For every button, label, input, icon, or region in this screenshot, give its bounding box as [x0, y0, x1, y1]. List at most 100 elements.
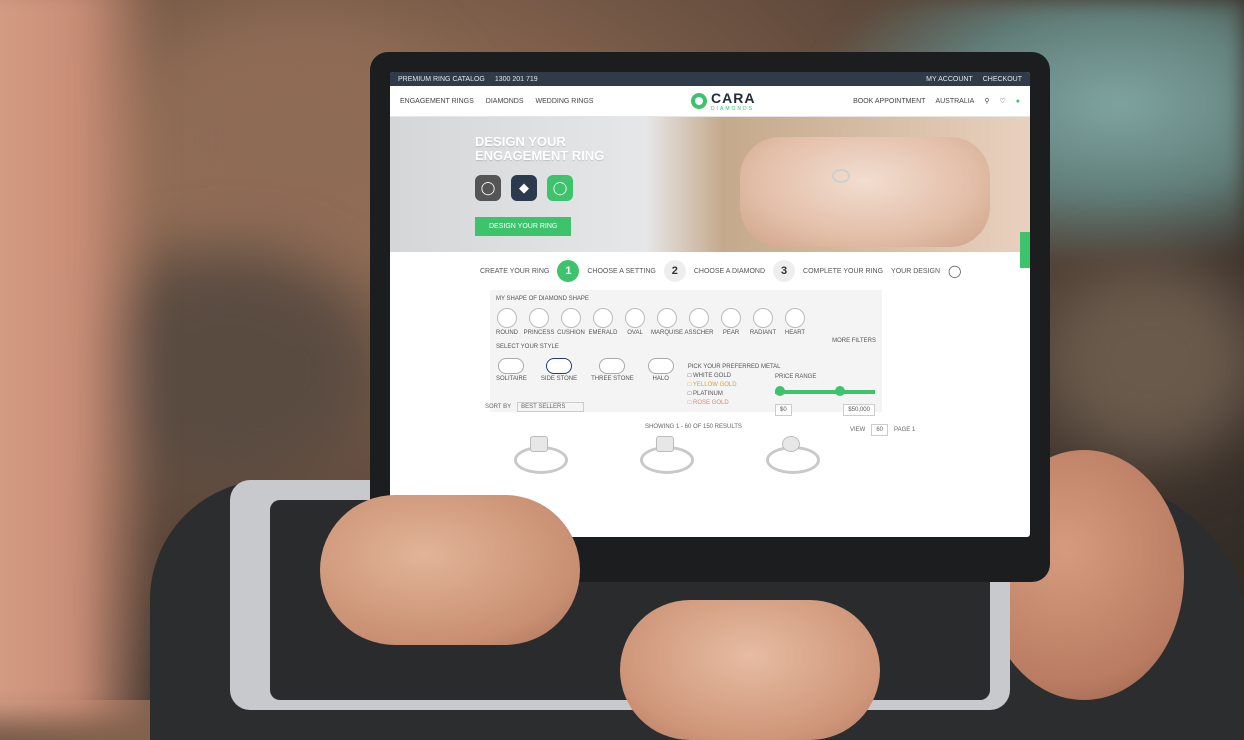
shape-filter-title: MY SHAPE OF DIAMOND SHAPE	[496, 296, 589, 302]
sort-select[interactable]: BEST SELLERS	[517, 402, 585, 412]
price-slider[interactable]	[775, 386, 875, 396]
shape-option-cushion[interactable]: CUSHION	[557, 308, 585, 336]
shape-option-princess[interactable]: PRINCESS	[524, 308, 554, 336]
product-ring-halo[interactable]	[762, 432, 820, 474]
shape-option-round[interactable]: ROUND	[496, 308, 518, 336]
radiant-shape-icon	[753, 308, 773, 328]
shape-label: RADIANT	[749, 330, 777, 336]
website-screen: PREMIUM RING CATALOG 1300 201 719 MY ACC…	[390, 72, 1030, 537]
metal-option-platinum[interactable]: □ PLATINUM	[688, 391, 781, 397]
ring-icon: ◯	[948, 264, 962, 278]
princess-shape-icon	[529, 308, 549, 328]
style-label: HALO	[652, 376, 669, 382]
shape-label: MARQUISE	[651, 330, 684, 336]
style-filter-title: SELECT YOUR STYLE	[496, 344, 559, 350]
wishlist-icon[interactable]: ♡	[999, 97, 1005, 105]
metal-label: PLATINUM	[693, 391, 723, 397]
nav-engagement-rings[interactable]: ENGAGEMENT RINGS	[400, 98, 474, 105]
logo-subtext: DIAMONDS	[711, 106, 754, 112]
style-option-halo[interactable]: HALO	[647, 358, 674, 406]
emerald-shape-icon	[593, 308, 613, 328]
ring-stone	[530, 436, 548, 452]
shape-option-marquise[interactable]: MARQUISE	[651, 308, 683, 336]
style-option-three-stone[interactable]: THREE STONE	[591, 358, 634, 406]
search-icon[interactable]: ⚲	[984, 97, 989, 105]
hero-icon-row: ◯ ◆ ◯	[475, 175, 573, 201]
nav-region[interactable]: AUSTRALIA	[935, 98, 974, 105]
my-account-link[interactable]: MY ACCOUNT	[926, 76, 973, 83]
shape-option-emerald[interactable]: EMERALD	[589, 308, 618, 336]
metal-option-white-gold[interactable]: □ WHITE GOLD	[688, 373, 781, 379]
asscher-shape-icon	[689, 308, 709, 328]
metal-filter: PICK YOUR PREFERRED METAL □ WHITE GOLD □…	[688, 364, 781, 406]
hero-banner: DESIGN YOUR ENGAGEMENT RING ◯ ◆ ◯ DESIGN…	[390, 117, 1030, 268]
logo-text: CARA	[711, 90, 756, 106]
shape-label: ASSCHER	[684, 330, 714, 336]
hero-title-line2: ENGAGEMENT RING	[475, 148, 605, 163]
style-option-side-stone[interactable]: SIDE STONE	[541, 358, 577, 406]
brand-logo[interactable]: CARA DIAMONDS	[691, 90, 755, 112]
step-3-badge[interactable]: 3	[773, 260, 796, 282]
ring-icon[interactable]: ◯	[547, 175, 573, 201]
price-filter: PRICE RANGE $0 $50,000	[775, 374, 875, 416]
metal-filter-title: PICK YOUR PREFERRED METAL	[687, 364, 781, 370]
product-grid	[510, 432, 820, 474]
nav-diamonds[interactable]: DIAMONDS	[486, 98, 524, 105]
step-1-badge[interactable]: 1	[557, 260, 580, 282]
product-ring-three-stone[interactable]	[510, 432, 568, 474]
price-max-input[interactable]: $50,000	[843, 404, 875, 416]
pear-shape-icon	[721, 308, 741, 328]
step-3-label: COMPLETE YOUR RING	[803, 267, 884, 275]
price-max-handle[interactable]	[835, 386, 845, 396]
logo-mark-icon	[691, 93, 708, 109]
style-label: SIDE STONE	[540, 376, 578, 382]
results-count: SHOWING 1 - 60 OF 150 RESULTS	[645, 424, 742, 430]
shape-filter-list: ROUND PRINCESS CUSHION EMERALD OVAL MARQ…	[496, 308, 876, 336]
per-page-select[interactable]: 60	[871, 424, 889, 436]
nav-wedding-rings[interactable]: WEDDING RINGS	[536, 98, 594, 105]
nav-book-appointment[interactable]: BOOK APPOINTMENT	[853, 98, 925, 105]
shape-label: HEART	[784, 330, 806, 336]
halo-ring-icon	[647, 358, 674, 374]
shape-option-oval[interactable]: OVAL	[624, 308, 646, 336]
shape-option-asscher[interactable]: ASSCHER	[685, 308, 714, 336]
metal-option-rose-gold[interactable]: □ ROSE GOLD	[688, 400, 781, 406]
hero-title-line1: DESIGN YOUR	[475, 134, 566, 149]
price-min-handle[interactable]	[775, 386, 785, 396]
person-shoulder	[0, 0, 160, 720]
checkout-link[interactable]: CHECKOUT	[983, 76, 1022, 83]
ring-icon[interactable]: ◯	[475, 175, 501, 201]
step-2-badge[interactable]: 2	[663, 260, 686, 282]
diamond-icon[interactable]: ◆	[511, 175, 537, 201]
page-indicator[interactable]: PAGE 1	[894, 427, 915, 433]
shape-option-radiant[interactable]: RADIANT	[749, 308, 777, 336]
price-filter-title: PRICE RANGE	[775, 374, 817, 380]
top-bar-text: PREMIUM RING CATALOG	[398, 75, 485, 83]
ring-builder-steps: CREATE YOUR RING 1 CHOOSE A SETTING 2 CH…	[390, 252, 1030, 282]
cart-icon[interactable]: ●	[1016, 98, 1020, 105]
three-stone-ring-icon	[599, 358, 626, 374]
shape-option-pear[interactable]: PEAR	[720, 308, 742, 336]
design-your-ring-button[interactable]: DESIGN YOUR RING	[475, 217, 572, 236]
hero-title: DESIGN YOUR ENGAGEMENT RING	[475, 135, 604, 163]
price-min-input[interactable]: $0	[775, 404, 792, 416]
metal-option-yellow-gold[interactable]: □ YELLOW GOLD	[688, 382, 781, 388]
marquise-shape-icon	[657, 308, 677, 328]
right-hand	[620, 600, 880, 740]
side-feedback-tab[interactable]	[1020, 232, 1030, 268]
steps-end: YOUR DESIGN	[891, 267, 941, 275]
top-bar: PREMIUM RING CATALOG 1300 201 719 MY ACC…	[390, 72, 1030, 86]
style-label: SOLITAIRE	[496, 376, 527, 382]
heart-shape-icon	[785, 308, 805, 328]
per-page-label: VIEW	[850, 427, 866, 433]
shape-option-heart[interactable]: HEART	[784, 308, 806, 336]
metal-label: YELLOW GOLD	[692, 382, 737, 388]
style-option-solitaire[interactable]: SOLITAIRE	[496, 358, 527, 406]
phone-number[interactable]: 1300 201 719	[495, 76, 538, 83]
rock-blob	[1040, 260, 1244, 460]
hand-with-ring-photo	[740, 137, 990, 247]
ring-stone	[782, 436, 800, 452]
metal-label: WHITE GOLD	[693, 373, 732, 379]
round-shape-icon	[497, 308, 517, 328]
product-ring-twist[interactable]	[636, 432, 694, 474]
